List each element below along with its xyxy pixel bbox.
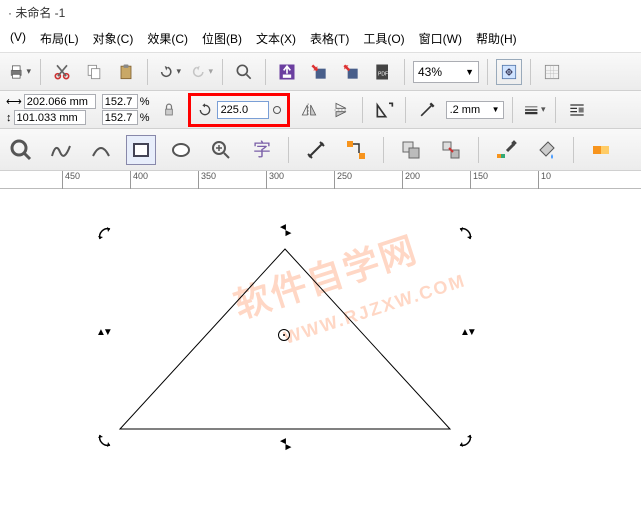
undo-button[interactable]: ▾	[156, 59, 182, 85]
title-bar: · 未命名 -1	[0, 0, 641, 25]
snap-button[interactable]	[539, 59, 565, 85]
line-style-button[interactable]: ▾	[521, 97, 547, 123]
skew-handle-left[interactable]: ▲▼	[96, 327, 113, 338]
rotation-input[interactable]	[217, 101, 269, 119]
svg-text:字: 字	[253, 140, 271, 160]
standard-toolbar: ▾ ▾ ▾ PDF 43% ▼	[0, 53, 641, 91]
chevron-down-icon: ▼	[492, 105, 500, 114]
scale-block: % %	[102, 94, 150, 125]
menu-help[interactable]: 帮助(H)	[470, 27, 523, 50]
rotate-handle-tl[interactable]	[96, 225, 118, 247]
scale-y-input[interactable]	[102, 110, 138, 125]
percent-label2: %	[140, 112, 150, 124]
svg-text:PDF: PDF	[378, 71, 388, 77]
paste-button[interactable]	[113, 59, 139, 85]
ungroup-button[interactable]	[436, 135, 466, 165]
x-icon: ⟷	[6, 95, 22, 108]
search-button[interactable]	[231, 59, 257, 85]
mirror-v-button[interactable]	[328, 97, 354, 123]
chevron-down-icon: ▼	[465, 67, 474, 77]
horizontal-ruler: 450 400 350 300 250 200 150 10	[0, 171, 641, 189]
copy-button[interactable]	[81, 59, 107, 85]
menu-bar: (V) 布局(L) 对象(C) 效果(C) 位图(B) 文本(X) 表格(T) …	[0, 25, 641, 53]
mirror-h-button[interactable]	[296, 97, 322, 123]
document-title: · 未命名 -1	[8, 6, 65, 20]
curve-tool-button[interactable]	[86, 135, 116, 165]
degree-icon	[273, 106, 281, 114]
menu-object[interactable]: 对象(C)	[87, 27, 140, 50]
zoom-in-button[interactable]	[206, 135, 236, 165]
cut-button[interactable]	[49, 59, 75, 85]
export-button[interactable]	[338, 59, 364, 85]
menu-tools[interactable]: 工具(O)	[357, 27, 410, 50]
effects-button[interactable]	[586, 135, 616, 165]
x-input[interactable]	[24, 94, 96, 109]
fullscreen-button[interactable]	[496, 59, 522, 85]
freehand-tool-button[interactable]	[46, 135, 76, 165]
y-icon: ↕	[6, 112, 12, 124]
percent-label: %	[140, 96, 150, 108]
menu-window[interactable]: 窗口(W)	[413, 27, 468, 50]
scale-x-input[interactable]	[102, 94, 138, 109]
rotation-highlight	[188, 93, 290, 127]
menu-bitmap[interactable]: 位图(B)	[196, 27, 248, 50]
group-button[interactable]	[396, 135, 426, 165]
rotate-handle-bl[interactable]	[96, 427, 118, 449]
dimension-tool-button[interactable]	[301, 135, 331, 165]
rectangle-tool-button[interactable]	[126, 135, 156, 165]
skew-handle-right[interactable]: ▲▼	[460, 327, 477, 338]
zoom-select[interactable]: 43% ▼	[413, 61, 479, 83]
menu-view[interactable]: (V)	[4, 27, 32, 50]
pdf-button[interactable]: PDF	[370, 59, 396, 85]
zoom-value: 43%	[418, 65, 442, 79]
print-button[interactable]: ▾	[6, 59, 32, 85]
launch-button[interactable]	[274, 59, 300, 85]
outline-pen-button[interactable]	[414, 97, 440, 123]
outline-width-value: .2 mm	[450, 104, 481, 116]
y-input[interactable]	[14, 110, 86, 125]
drawing-canvas[interactable]: 软件自学网 WWW.RJZXW.COM ◄ ► ◄ ► ▲▼ ▲▼	[0, 189, 641, 529]
property-bar: ⟷ ↕ % % .2 mm ▼ ▾	[0, 91, 641, 129]
rotate-handle-br[interactable]	[452, 427, 474, 449]
connector-tool-button[interactable]	[341, 135, 371, 165]
redo-button[interactable]: ▾	[188, 59, 214, 85]
rotate-handle-tr[interactable]	[452, 225, 474, 247]
outline-width-select[interactable]: .2 mm ▼	[446, 101, 504, 119]
text-tool-button[interactable]: 字	[246, 135, 276, 165]
rotate-icon	[197, 102, 213, 118]
secondary-toolbar: 字	[0, 129, 641, 171]
wrap-text-button[interactable]	[564, 97, 590, 123]
position-block: ⟷ ↕	[6, 94, 96, 125]
rotation-center-marker[interactable]	[278, 329, 290, 341]
menu-table[interactable]: 表格(T)	[304, 27, 355, 50]
pie-button[interactable]	[371, 97, 397, 123]
menu-layout[interactable]: 布局(L)	[34, 27, 85, 50]
lock-ratio-button[interactable]	[156, 97, 182, 123]
import-button[interactable]	[306, 59, 332, 85]
menu-effects[interactable]: 效果(C)	[141, 27, 194, 50]
skew-handle-bottom[interactable]: ◄ ►	[278, 439, 293, 451]
menu-text[interactable]: 文本(X)	[250, 27, 302, 50]
eyedropper-button[interactable]	[491, 135, 521, 165]
skew-handle-top[interactable]: ◄ ►	[278, 225, 293, 237]
fill-button[interactable]	[531, 135, 561, 165]
zoom-tool-button[interactable]	[6, 135, 36, 165]
ellipse-tool-button[interactable]	[166, 135, 196, 165]
